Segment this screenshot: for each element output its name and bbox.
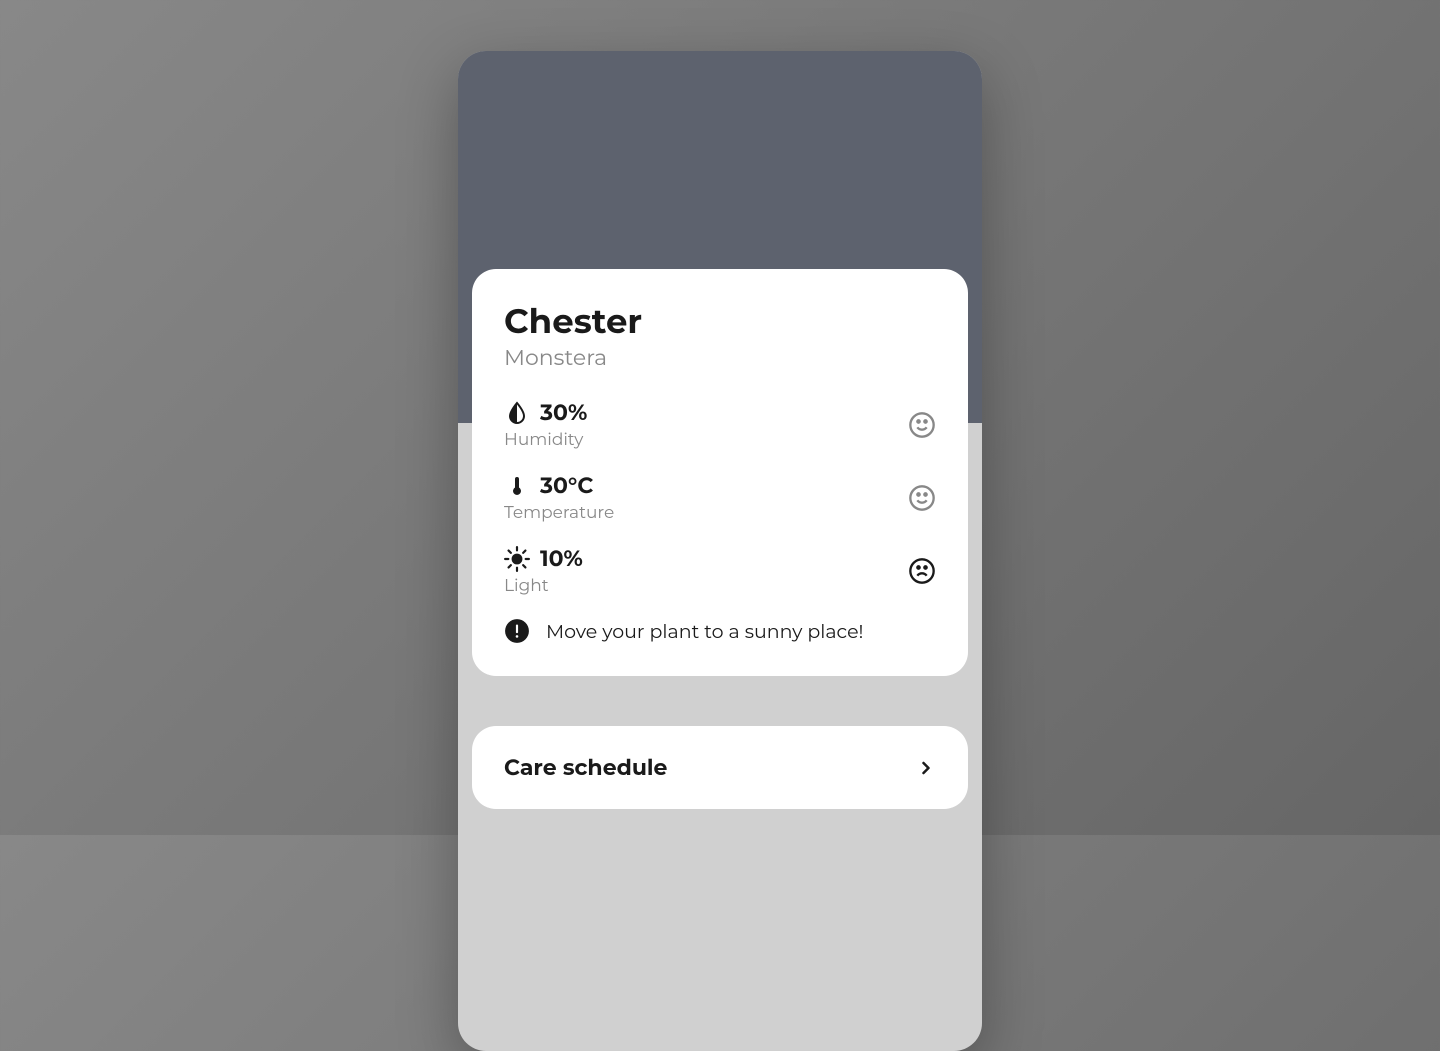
droplet-icon (504, 400, 530, 426)
metric-light: 10% Light (504, 545, 936, 596)
care-schedule-title: Care schedule (504, 754, 667, 781)
metrics-list: 30% Humidity (504, 399, 936, 644)
warning-icon (504, 618, 530, 644)
smile-icon (908, 411, 936, 439)
metric-humidity: 30% Humidity (504, 399, 936, 450)
metric-temperature: 30°C Temperature (504, 472, 936, 523)
phone-frame: Chester Monstera 30% (458, 51, 982, 1051)
temperature-value: 30°C (540, 472, 593, 499)
care-schedule-button[interactable]: Care schedule (472, 726, 968, 809)
plant-name: Chester (504, 303, 936, 340)
humidity-value: 30% (540, 399, 587, 426)
humidity-label: Humidity (504, 430, 587, 450)
smile-icon (908, 484, 936, 512)
alert-text: Move your plant to a sunny place! (546, 620, 864, 643)
plant-info-card: Chester Monstera 30% (472, 269, 968, 676)
light-label: Light (504, 576, 583, 596)
temperature-label: Temperature (504, 503, 614, 523)
thermometer-icon (504, 473, 530, 499)
alert-row: Move your plant to a sunny place! (504, 618, 936, 644)
chevron-right-icon (916, 758, 936, 778)
plant-type: Monstera (504, 344, 936, 371)
content-area: Chester Monstera 30% (458, 269, 982, 809)
sun-icon (504, 546, 530, 572)
frown-icon (908, 557, 936, 585)
light-value: 10% (540, 545, 583, 572)
